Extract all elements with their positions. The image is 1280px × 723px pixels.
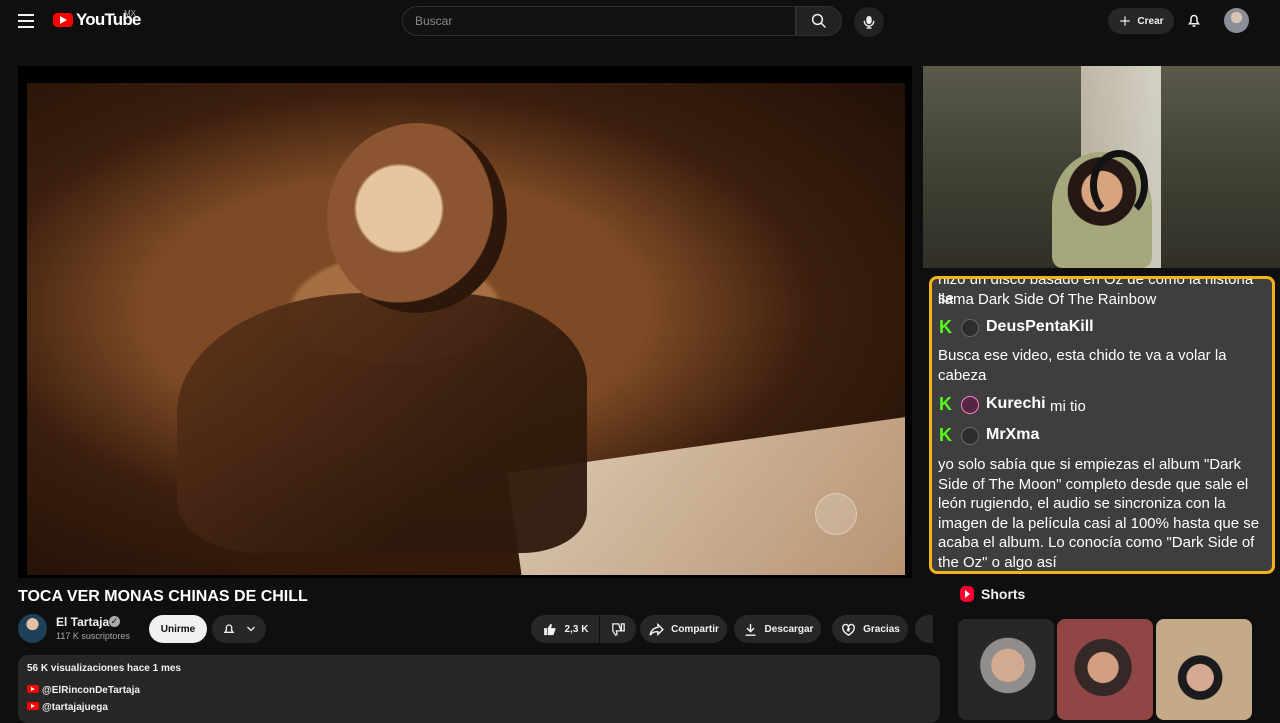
thumbs-up-icon xyxy=(543,623,556,635)
join-button[interactable]: Unirme xyxy=(149,615,207,643)
channel-link[interactable]: @ElRinconDeTartaja xyxy=(27,685,140,696)
chat-message-line: acaba el album. Lo conocía como "Dark Si… xyxy=(938,534,1255,551)
search-box[interactable] xyxy=(402,6,796,36)
chat-message-line: cabeza xyxy=(938,367,987,384)
video-title: TOCA VER MONAS CHINAS DE CHILL xyxy=(18,588,308,605)
chat-message-line: Side of The Moon" completo desde que sal… xyxy=(938,476,1249,493)
youtube-icon xyxy=(27,685,39,693)
channel-avatar[interactable] xyxy=(18,614,47,643)
menu-icon xyxy=(18,26,34,28)
download-button[interactable]: Descargar xyxy=(734,615,821,643)
share-icon xyxy=(649,622,664,636)
plus-icon xyxy=(1120,16,1131,26)
chevron-down-icon xyxy=(247,626,255,632)
microphone-icon xyxy=(863,16,875,29)
channel-name[interactable]: El Tartaja xyxy=(56,615,109,629)
menu-icon xyxy=(18,20,34,22)
channel-link-text: @tartajajuega xyxy=(42,702,108,713)
search-button[interactable] xyxy=(796,6,842,36)
share-button[interactable]: Compartir xyxy=(640,615,727,643)
video-watermark-icon xyxy=(815,493,857,535)
create-button[interactable]: Crear xyxy=(1108,8,1174,34)
user-avatar-icon xyxy=(961,319,979,337)
live-chat-overlay: hizo un disco basado en Oz de como la hi… xyxy=(929,276,1275,574)
notification-settings-button[interactable] xyxy=(212,615,266,643)
streamer-webcam xyxy=(923,66,1280,268)
create-label: Crear xyxy=(1137,15,1164,27)
download-label: Descargar xyxy=(764,623,814,635)
shorts-label: Shorts xyxy=(981,586,1026,602)
youtube-play-icon xyxy=(53,13,73,27)
heart-money-icon xyxy=(842,623,856,636)
chat-message-line: yo solo sabía que si empiezas el album "… xyxy=(938,456,1241,473)
notifications-button[interactable] xyxy=(1184,10,1204,30)
youtube-icon xyxy=(27,702,39,710)
short-thumbnail[interactable] xyxy=(1057,619,1153,720)
headphones-icon xyxy=(1090,150,1148,220)
chat-message-line: imagen de la película casi al 100% hasta… xyxy=(938,515,1260,532)
chat-inline-message: mi tio xyxy=(1050,398,1086,415)
channel-link-text: @ElRinconDeTartaja xyxy=(42,685,140,696)
video-frame[interactable] xyxy=(27,83,905,575)
subscriber-count: 117 K suscriptores xyxy=(56,631,130,641)
chat-message-line: the Oz" o algo así xyxy=(938,554,1057,571)
more-actions-button[interactable] xyxy=(915,615,933,643)
chat-username: MrXma xyxy=(986,426,1040,443)
video-actions-row: El Tartaja ✓ 117 K suscriptores Unirme 2… xyxy=(18,614,933,646)
bell-icon xyxy=(1188,14,1200,27)
search-icon xyxy=(811,13,826,28)
video-player[interactable] xyxy=(18,66,912,578)
chat-username: DeusPentaKill xyxy=(986,318,1094,335)
user-avatar-icon xyxy=(961,396,979,414)
verified-check-icon: ✓ xyxy=(109,616,120,627)
view-stats: 56 K visualizaciones hace 1 mes xyxy=(27,663,181,674)
shorts-icon xyxy=(960,586,974,602)
thanks-label: Gracias xyxy=(863,623,900,635)
account-avatar[interactable] xyxy=(1224,8,1249,33)
chat-message-line: león rugiendo, el audio se sincroniza co… xyxy=(938,495,1226,512)
search-input[interactable] xyxy=(403,7,795,35)
thumbs-down-icon xyxy=(611,622,625,636)
share-label: Compartir xyxy=(671,623,719,635)
shorts-section-title: Shorts xyxy=(960,586,1025,602)
channel-link[interactable]: @tartajajuega xyxy=(27,702,108,713)
short-thumbnail[interactable] xyxy=(958,619,1054,720)
kick-badge-icon: K xyxy=(939,425,952,445)
kick-badge-icon: K xyxy=(939,394,952,414)
video-description[interactable]: 56 K visualizaciones hace 1 mes @ElRinco… xyxy=(18,655,940,723)
thanks-button[interactable]: Gracias xyxy=(832,615,908,643)
menu-icon xyxy=(18,14,34,16)
menu-button[interactable] xyxy=(14,10,38,32)
download-icon xyxy=(745,623,755,636)
user-avatar-icon xyxy=(961,427,979,445)
country-code: MX xyxy=(124,9,136,18)
video-subject xyxy=(177,293,587,553)
like-button[interactable]: 2,3 K xyxy=(531,615,599,643)
dislike-button[interactable] xyxy=(600,615,636,643)
top-navigation-bar: YouTube MX Crear xyxy=(0,0,1280,42)
voice-search-button[interactable] xyxy=(854,7,884,37)
chat-username: Kurechi xyxy=(986,395,1046,412)
kick-badge-icon: K xyxy=(939,317,952,337)
bell-icon xyxy=(223,624,235,633)
chat-message-line: Busca ese video, esta chido te va a vola… xyxy=(938,347,1227,364)
like-count: 2,3 K xyxy=(564,623,589,635)
chat-message-line: llama Dark Side Of The Rainbow xyxy=(938,291,1157,308)
short-thumbnail[interactable] xyxy=(1156,619,1252,720)
